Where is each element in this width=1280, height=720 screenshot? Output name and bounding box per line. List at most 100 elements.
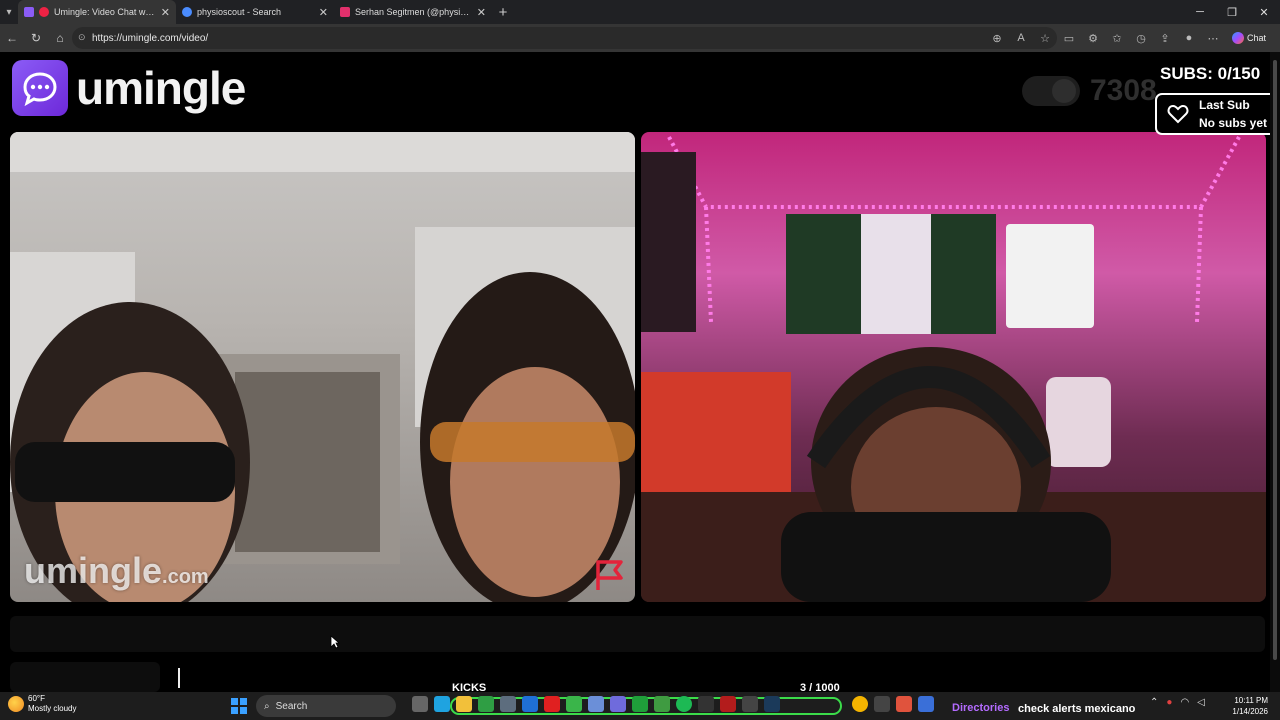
weather-icon: [8, 696, 24, 712]
scrollbar-thumb[interactable]: [1273, 60, 1277, 660]
taskbar-search[interactable]: ⌕ Search: [256, 695, 396, 717]
watermark-suffix: .com: [162, 566, 209, 588]
read-aloud-icon[interactable]: A: [1009, 24, 1033, 52]
outlook-icon[interactable]: [522, 696, 538, 712]
extensions-icon[interactable]: ⚙: [1081, 24, 1105, 52]
logo-text: umingle: [76, 62, 246, 114]
taskbar-pinned-apps-2: [852, 696, 934, 712]
window-controls: ─ ❐ ✕: [1184, 0, 1280, 24]
tab-actions-icon[interactable]: ▾: [0, 0, 18, 24]
refresh-icon[interactable]: ↻: [24, 24, 48, 52]
media-icon[interactable]: [566, 696, 582, 712]
clock-date: 1/14/2026: [1232, 707, 1268, 716]
wifi-icon[interactable]: ◠: [1180, 697, 1189, 708]
weather-widget[interactable]: 60°F Mostly cloudy: [8, 694, 76, 714]
search-label: Search: [275, 700, 308, 712]
opera-icon[interactable]: [544, 696, 560, 712]
self-video: [641, 132, 1266, 602]
umingle-watermark: umingle.com: [24, 550, 209, 592]
edge-icon[interactable]: [434, 696, 450, 712]
favorites-icon[interactable]: ✩: [1105, 24, 1129, 52]
app-icon[interactable]: [896, 696, 912, 712]
maximize-icon[interactable]: ❐: [1216, 0, 1248, 24]
immersive-reader-icon[interactable]: ▭: [1057, 24, 1081, 52]
weather-condition: Mostly cloudy: [28, 704, 77, 713]
share-icon[interactable]: ⇪: [1153, 24, 1177, 52]
kicks-label: KICKS: [452, 682, 487, 694]
new-tab-icon[interactable]: +: [492, 4, 514, 21]
directories-text: Directories: [952, 702, 1010, 714]
discord-icon[interactable]: [610, 696, 626, 712]
xbox-icon[interactable]: [632, 696, 648, 712]
tab-instagram[interactable]: Serhan Segitmen (@physioscout) ✕: [334, 0, 492, 24]
online-toggle[interactable]: [1022, 76, 1080, 106]
minimize-icon[interactable]: ─: [1184, 0, 1216, 24]
heart-icon: [1167, 104, 1189, 124]
more-menu-icon[interactable]: ⋯: [1201, 24, 1225, 52]
close-tab-icon[interactable]: ✕: [319, 6, 328, 19]
back-icon[interactable]: ←: [0, 24, 24, 52]
close-tab-icon[interactable]: ✕: [477, 6, 486, 19]
favorite-star-icon[interactable]: ☆: [1033, 24, 1057, 52]
umingle-logo[interactable]: umingle: [12, 60, 246, 116]
minecraft-icon[interactable]: [654, 696, 670, 712]
address-bar[interactable]: ⊙ https://umingle.com/video/: [72, 27, 1057, 49]
online-count: 7308: [1090, 74, 1157, 107]
profile-avatar[interactable]: ●: [1177, 24, 1201, 52]
volume-icon[interactable]: ◁: [1197, 697, 1205, 708]
file-explorer-icon[interactable]: [456, 696, 472, 712]
app-icon[interactable]: [698, 696, 714, 712]
text-caret: [178, 668, 180, 688]
app-icon[interactable]: [588, 696, 604, 712]
online-indicator: 7308: [1022, 74, 1157, 108]
close-tab-icon[interactable]: ✕: [161, 6, 170, 19]
tray-chevron-icon[interactable]: ⌃: [1150, 697, 1158, 708]
last-sub-widget: Last Sub No subs yet: [1155, 93, 1278, 135]
mouse-cursor-icon: [330, 635, 340, 649]
windows-start-icon[interactable]: [231, 698, 247, 714]
kicks-count: 3 / 1000: [800, 682, 840, 694]
tab-umingle[interactable]: Umingle: Video Chat with Stra ✕: [18, 0, 176, 24]
calculator-icon[interactable]: [500, 696, 516, 712]
chat-label: Chat: [1247, 33, 1267, 43]
url-text: https://umingle.com/video/: [92, 32, 209, 44]
browser-tools: ⊕ A ☆ ▭ ⚙ ✩ ◷ ⇪ ● ⋯: [985, 24, 1225, 52]
app-icon[interactable]: [918, 696, 934, 712]
task-view-icon[interactable]: [412, 696, 428, 712]
watermark-text: umingle: [24, 550, 163, 591]
tab-title: Serhan Segitmen (@physioscout): [355, 7, 472, 17]
chrome-icon[interactable]: [852, 696, 868, 712]
subs-counter: SUBS: 0/150: [1160, 64, 1261, 83]
stranger-video: umingle.com: [10, 132, 635, 602]
clock-time: 10:11 PM: [1234, 696, 1268, 705]
alert-ticker: check alerts mexicano: [1018, 703, 1136, 715]
app-icon[interactable]: [742, 696, 758, 712]
page-scrollbar[interactable]: [1270, 52, 1280, 692]
chrome-icon[interactable]: [478, 696, 494, 712]
microphone-icon[interactable]: ●: [1166, 697, 1172, 708]
taskbar-clock[interactable]: 10:11 PM 1/14/2026: [1222, 695, 1268, 717]
taskbar-pinned-apps: [412, 696, 780, 712]
home-icon[interactable]: ⌂: [48, 24, 72, 52]
tab-search[interactable]: physioscout - Search ✕: [176, 0, 334, 24]
stranger-video-frame: [10, 132, 635, 602]
chat-log: [10, 616, 1265, 652]
controls-panel[interactable]: [10, 662, 160, 692]
instagram-favicon-icon: [340, 7, 350, 17]
copilot-chat-button[interactable]: Chat: [1232, 28, 1278, 48]
record-icon[interactable]: [720, 696, 736, 712]
history-icon[interactable]: ◷: [1129, 24, 1153, 52]
copilot-icon: [1232, 32, 1244, 44]
tab-title: Umingle: Video Chat with Stra: [54, 7, 156, 17]
close-window-icon[interactable]: ✕: [1248, 0, 1280, 24]
search-favicon-icon: [182, 7, 192, 17]
steam-icon[interactable]: [764, 696, 780, 712]
spotify-icon[interactable]: [676, 696, 692, 712]
zoom-icon[interactable]: ⊕: [985, 24, 1009, 52]
report-flag-icon[interactable]: [593, 558, 627, 592]
site-info-icon[interactable]: ⊙: [78, 32, 87, 43]
self-video-frame: [641, 136, 1266, 602]
system-tray: ⌃ ● ◠ ◁: [1150, 697, 1205, 708]
page-content: umingle 7308 umingle.com SUBS: 0/150 Las…: [0, 52, 1278, 692]
app-icon[interactable]: [874, 696, 890, 712]
